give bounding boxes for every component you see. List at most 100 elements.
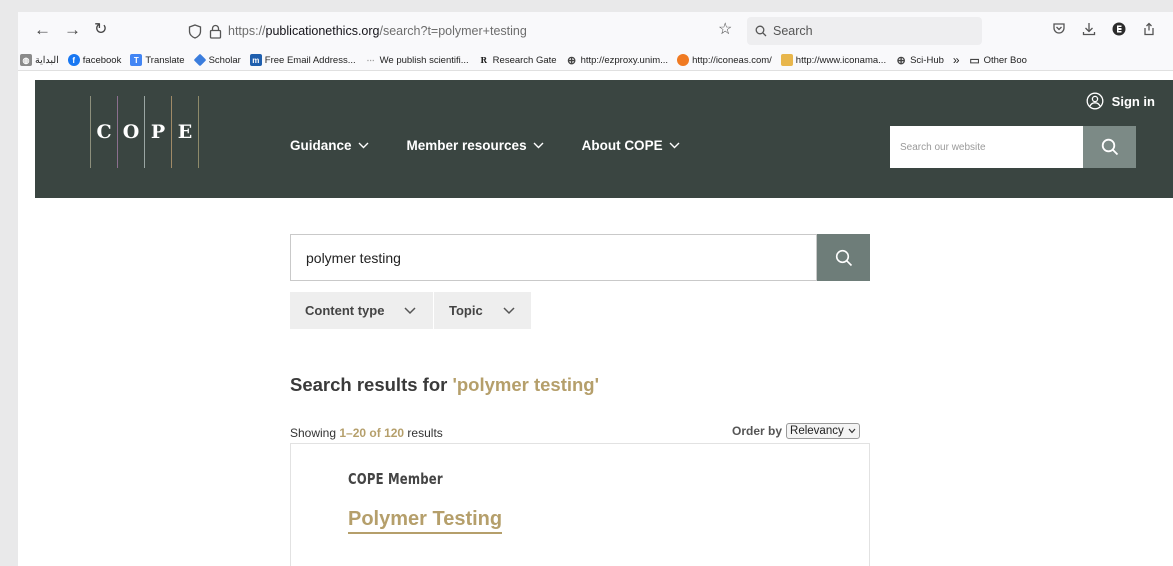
link-icon: ⋯ bbox=[366, 55, 375, 65]
filter-label: Topic bbox=[449, 303, 483, 318]
bookmark-item[interactable]: http://iconeas.com/ bbox=[677, 54, 772, 66]
bookmark-label: Translate bbox=[145, 54, 185, 66]
search-query-text: polymer testing bbox=[306, 249, 401, 266]
browser-window: ← → ↻ https://publicationethics.org/sear… bbox=[18, 12, 1173, 566]
filter-label: Content type bbox=[305, 303, 385, 318]
url-path: /search?t=polymer+testing bbox=[379, 24, 527, 38]
search-submit-button[interactable] bbox=[817, 234, 870, 281]
nav-guidance[interactable]: Guidance bbox=[290, 138, 369, 153]
bookmark-label: http://iconeas.com/ bbox=[692, 54, 772, 66]
share-icon[interactable] bbox=[1142, 22, 1156, 39]
pocket-icon[interactable] bbox=[1052, 22, 1066, 39]
bookmark-label: Free Email Address... bbox=[264, 54, 356, 66]
translate-icon: T bbox=[130, 54, 143, 66]
browser-search-placeholder: Search bbox=[773, 24, 813, 38]
results-heading: Search results for 'polymer testing' bbox=[290, 374, 599, 396]
address-bar[interactable]: https://publicationethics.org/search?t=p… bbox=[188, 17, 738, 45]
facebook-icon: f bbox=[67, 54, 80, 66]
chevron-down-icon bbox=[358, 142, 369, 149]
bookmark-label: Scholar bbox=[208, 54, 241, 66]
search-query-input[interactable]: polymer testing bbox=[290, 234, 817, 281]
logo-letter: O bbox=[122, 121, 140, 143]
url-text[interactable]: https://publicationethics.org/search?t=p… bbox=[228, 24, 527, 38]
bookmark-item[interactable]: R Research Gate bbox=[478, 54, 556, 66]
order-by-select[interactable]: Relevancy bbox=[786, 423, 860, 439]
bookmark-star-icon[interactable]: ☆ bbox=[718, 20, 732, 40]
bookmark-label: البداية bbox=[35, 54, 59, 66]
logo-letter: C bbox=[96, 121, 112, 143]
site-header: C O P E Guidance Member resources About … bbox=[35, 80, 1173, 198]
results-count-range: 1–20 of 120 bbox=[339, 426, 405, 440]
chevron-down-icon bbox=[533, 142, 544, 149]
chevron-down-icon bbox=[669, 142, 680, 149]
topic-filter[interactable]: Topic bbox=[434, 292, 531, 329]
bookmark-item[interactable]: T Translate bbox=[130, 54, 185, 66]
reload-icon[interactable]: ↻ bbox=[94, 20, 107, 40]
researchgate-icon: R bbox=[480, 55, 487, 65]
bookmarks-bar: ◍ البداية f facebook T Translate Scholar mF… bbox=[18, 50, 1173, 71]
search-icon bbox=[835, 249, 852, 266]
scholar-icon bbox=[193, 53, 206, 67]
order-by-control: Order by Relevancy bbox=[732, 423, 860, 439]
globe-icon: ◍ bbox=[20, 54, 32, 66]
chevron-down-icon bbox=[503, 306, 515, 314]
user-icon bbox=[1086, 92, 1104, 110]
sign-in-link[interactable]: Sign in bbox=[1086, 92, 1155, 110]
bookmark-item[interactable]: ◍ البداية bbox=[20, 54, 59, 66]
bookmark-item[interactable]: ⋯ We publish scientifi... bbox=[365, 54, 469, 66]
site-search-input[interactable]: Search our website bbox=[890, 126, 1083, 168]
other-bookmarks-label: Other Boo bbox=[983, 54, 1027, 66]
results-count: Showing 1–20 of 120 results bbox=[290, 426, 443, 440]
result-card: COPE Member Polymer Testing bbox=[290, 443, 870, 566]
shield-icon[interactable] bbox=[188, 23, 202, 39]
url-prefix: https:// bbox=[228, 24, 266, 38]
mail-icon: m bbox=[249, 54, 262, 66]
result-kicker: COPE Member bbox=[348, 470, 443, 488]
site-search-button[interactable] bbox=[1083, 126, 1136, 168]
bookmark-label: http://www.iconama... bbox=[795, 54, 887, 66]
results-count-prefix: Showing bbox=[290, 426, 340, 440]
extension-icon[interactable] bbox=[1112, 22, 1126, 39]
bookmark-label: We publish scientifi... bbox=[379, 54, 469, 66]
lock-icon[interactable] bbox=[209, 24, 222, 39]
content-type-filter[interactable]: Content type bbox=[290, 292, 433, 329]
nav-label: Guidance bbox=[290, 138, 352, 153]
globe-icon: ⊕ bbox=[566, 54, 577, 67]
logo-letter: E bbox=[177, 121, 193, 143]
cope-logo[interactable]: C O P E bbox=[90, 96, 199, 168]
bookmark-item[interactable]: Scholar bbox=[193, 53, 241, 67]
chevron-down-icon bbox=[404, 306, 416, 314]
iconeas-icon bbox=[677, 54, 690, 66]
nav-member-resources[interactable]: Member resources bbox=[407, 138, 544, 153]
results-heading-prefix: Search results for bbox=[290, 374, 453, 395]
results-heading-query: 'polymer testing' bbox=[452, 374, 599, 395]
other-bookmarks-folder[interactable]: ▭ Other Boo bbox=[969, 54, 1027, 67]
more-bookmarks-chevron-icon[interactable]: » bbox=[953, 53, 960, 67]
forward-arrow-icon[interactable]: → bbox=[64, 20, 81, 40]
results-count-suffix: results bbox=[404, 426, 443, 440]
result-title-link[interactable]: Polymer Testing bbox=[348, 508, 503, 534]
bookmark-label: Sci-Hub bbox=[910, 54, 944, 66]
bookmark-item[interactable]: m Free Email Address... bbox=[249, 54, 356, 66]
iconama-icon bbox=[780, 54, 793, 66]
search-icon bbox=[1101, 138, 1118, 156]
logo-divider bbox=[198, 96, 199, 168]
bookmark-item[interactable]: http://www.iconama... bbox=[780, 54, 887, 66]
chevron-down-icon bbox=[848, 428, 856, 434]
browser-search-bar[interactable]: Search bbox=[747, 17, 982, 45]
nav-label: About COPE bbox=[581, 138, 663, 153]
nav-about-cope[interactable]: About COPE bbox=[582, 138, 680, 153]
main-nav: Guidance Member resources About COPE bbox=[290, 138, 718, 153]
globe-icon: ⊕ bbox=[896, 54, 906, 67]
download-icon[interactable] bbox=[1082, 22, 1096, 39]
bookmark-label: http://ezproxy.unim... bbox=[580, 54, 669, 66]
order-by-value: Relevancy bbox=[790, 425, 844, 437]
folder-icon: ▭ bbox=[969, 54, 980, 67]
bookmark-label: facebook bbox=[82, 54, 122, 66]
bookmark-item[interactable]: ⊕ http://ezproxy.unim... bbox=[566, 54, 669, 67]
back-arrow-icon[interactable]: ← bbox=[34, 20, 51, 40]
logo-letter: P bbox=[150, 121, 166, 143]
browser-toolbar: ← → ↻ https://publicationethics.org/sear… bbox=[18, 12, 1173, 50]
bookmark-item[interactable]: f facebook bbox=[67, 54, 122, 66]
bookmark-item[interactable]: ⊕ Sci-Hub bbox=[895, 54, 944, 67]
